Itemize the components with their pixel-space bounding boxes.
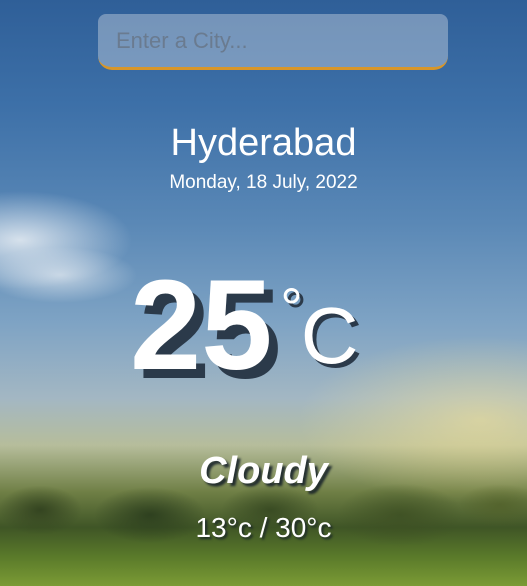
temperature-display: 25 °C	[130, 262, 359, 392]
current-date: Monday, 18 July, 2022	[169, 172, 358, 193]
temperature-unit: C	[300, 291, 359, 380]
temperature-value: 25	[130, 254, 273, 397]
temperature-range: 13°c / 30°c	[195, 512, 332, 543]
degree-symbol: °	[280, 276, 303, 339]
weather-condition: Cloudy	[199, 450, 328, 492]
city-name: Hyderabad	[170, 122, 357, 164]
city-search-input[interactable]	[98, 14, 448, 70]
